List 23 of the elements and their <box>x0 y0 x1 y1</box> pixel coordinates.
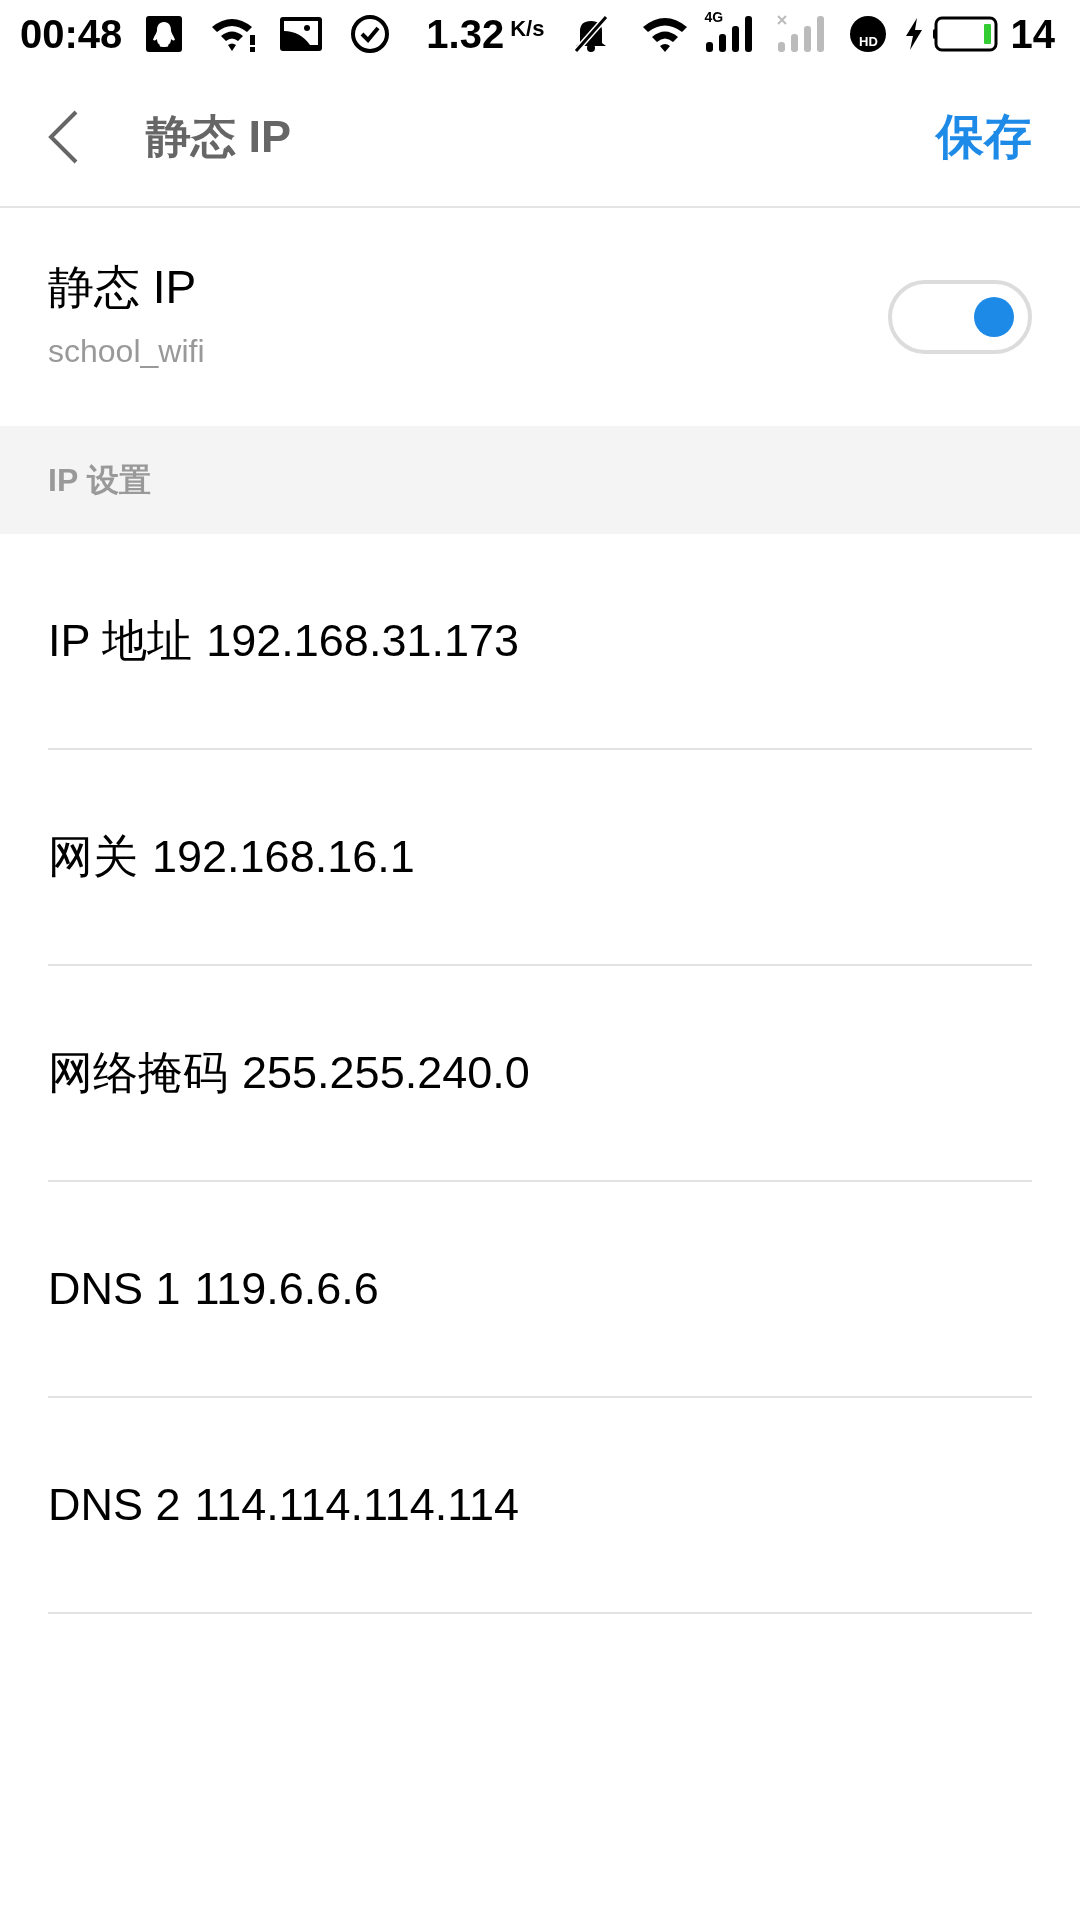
input-field[interactable]: IP 地址 192.168.31.173 <box>48 534 1032 750</box>
battery-percent: 14 <box>1010 11 1055 58</box>
network-speed: 1.32 <box>426 11 505 58</box>
input-field[interactable]: 网络掩码 255.255.240.0 <box>48 966 1032 1182</box>
check-circle-icon <box>350 14 391 54</box>
input-field[interactable]: DNS 2 114.114.114.114 <box>48 1398 1032 1614</box>
no-signal-icon <box>776 14 825 54</box>
save-button[interactable]: 保存 <box>936 101 1032 173</box>
input-field[interactable]: 网关 192.168.16.1 <box>48 750 1032 966</box>
setting-subtitle: school_wifi <box>48 331 206 371</box>
setting-title: 静态 IP <box>48 260 198 316</box>
section-header: IP 设置 <box>48 461 151 500</box>
page-title: 静态 IP <box>146 110 292 165</box>
wifi-icon <box>642 15 689 53</box>
image-icon <box>280 17 323 51</box>
battery-icon <box>930 16 999 52</box>
charging-icon <box>904 17 925 51</box>
speed-unit: K/s <box>510 15 545 43</box>
penguin-icon <box>146 16 183 52</box>
back-icon <box>46 109 80 165</box>
input-field[interactable]: DNS 1 119.6.6.6 <box>48 1182 1032 1398</box>
clock-time: 00:48 <box>20 11 123 58</box>
hd-call-icon: HD <box>850 16 887 52</box>
